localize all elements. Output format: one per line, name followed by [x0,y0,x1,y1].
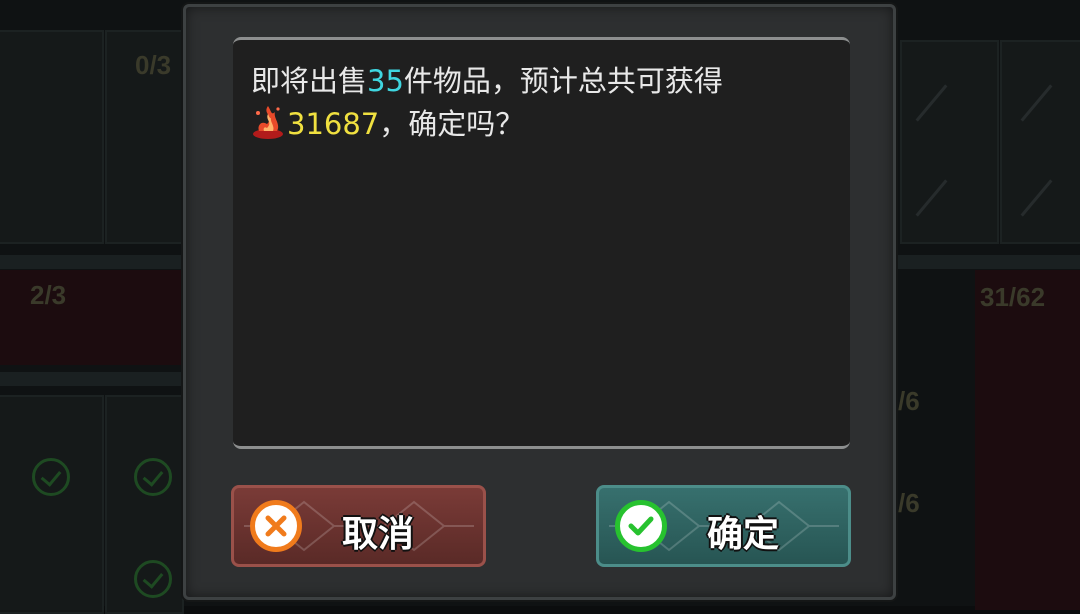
item-count: 35 [367,64,404,98]
check-icon [32,458,70,496]
slot-count: 0/3 [135,50,172,80]
check-icon [134,560,172,598]
cancel-x-icon [250,500,302,552]
slot-count: /6 [898,386,920,416]
message-text: 件物品，预计总共可获得 [403,64,723,98]
check-icon [134,458,172,496]
message-text: 即将出售 [251,64,368,98]
flame-coin-icon [251,104,285,152]
message-box: 即将出售35件物品，预计总共可获得 31687，确定吗？ [233,37,850,449]
cancel-button[interactable]: 取消 [231,485,486,567]
inventory-slot [0,395,104,614]
sell-message: 即将出售35件物品，预计总共可获得 31687，确定吗？ [251,60,831,152]
sell-amount: 31687 [287,107,380,141]
sell-confirm-dialog: 即将出售35件物品，预计总共可获得 31687，确定吗？ 取消 确定 [183,4,896,600]
inventory-slot [1000,40,1080,244]
message-text: ，确定吗？ [379,107,525,141]
cancel-label: 取消 [342,514,415,555]
slot-count: 2/3 [30,280,67,310]
confirm-label: 确定 [707,514,780,555]
inventory-slot [0,30,104,244]
check-icon [615,500,667,552]
confirm-button[interactable]: 确定 [596,485,851,567]
slot-count: /6 [898,488,920,518]
slot-count: 31/62 [980,282,1046,312]
